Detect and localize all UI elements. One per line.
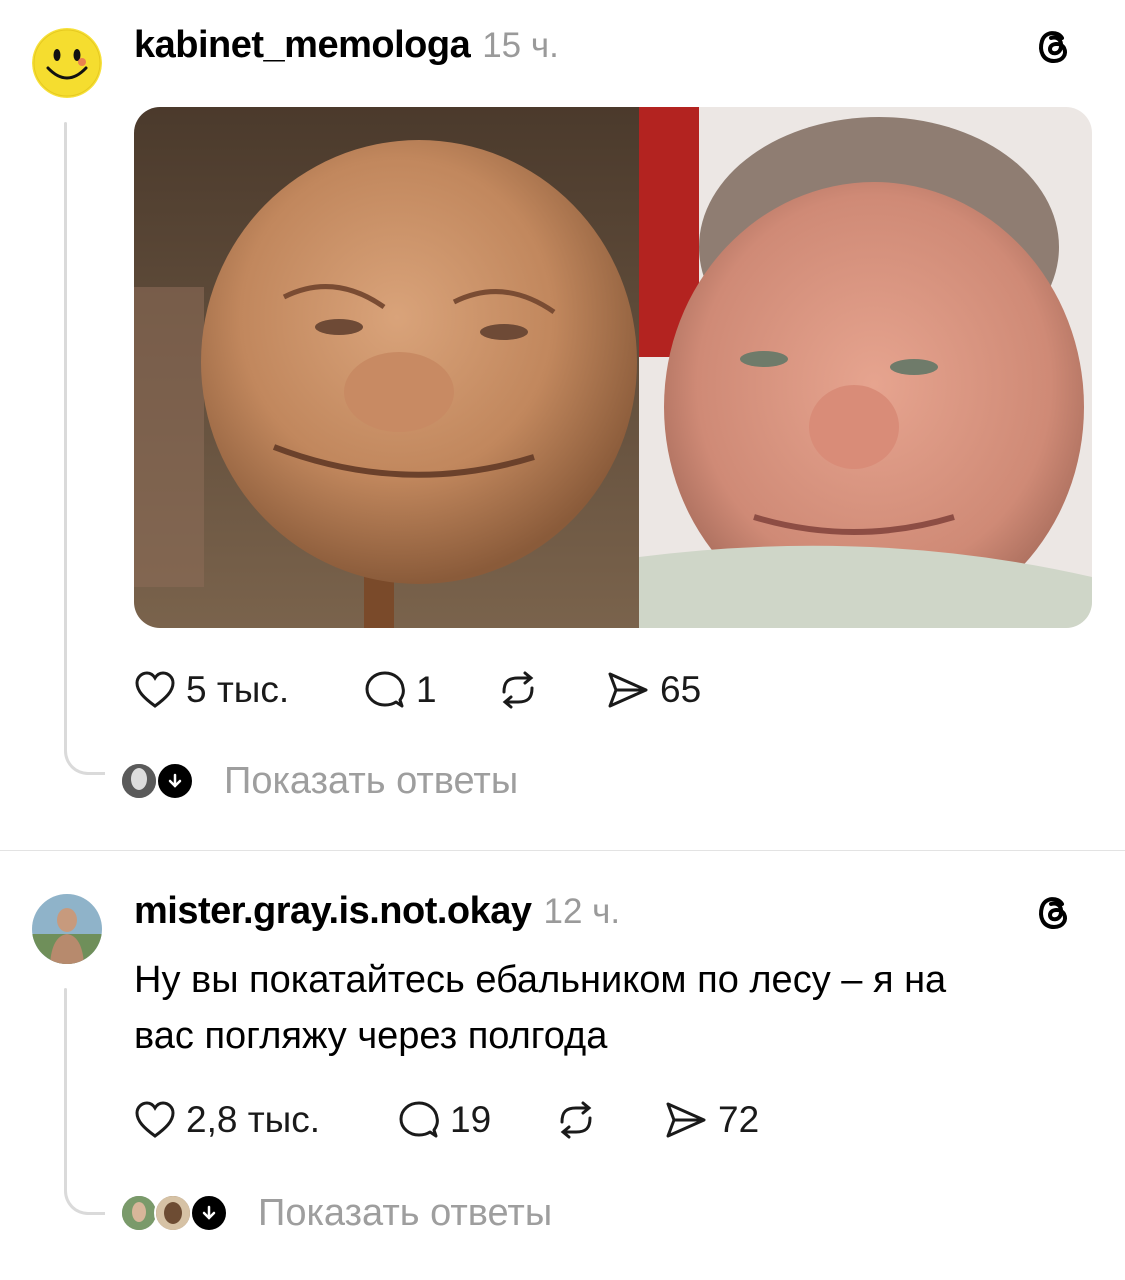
threads-logo-icon[interactable] (1033, 26, 1073, 66)
show-replies-label[interactable]: Показать ответы (224, 760, 518, 803)
meme-image (134, 107, 1092, 628)
thread-line (64, 988, 67, 1188)
post-time: 15 ч. (482, 26, 559, 65)
reply-avatar (120, 1194, 158, 1232)
repost-icon (502, 671, 534, 709)
heart-icon (135, 671, 175, 708)
arrow-down-icon (190, 1194, 228, 1232)
reply-avatar-icon (122, 1196, 156, 1230)
share-count: 72 (718, 1099, 760, 1140)
comment-count: 19 (450, 1099, 492, 1140)
smiley-avatar-icon (32, 28, 102, 98)
reply-avatar (154, 1194, 192, 1232)
like-count: 5 тыс. (186, 669, 290, 710)
post-header: mister.gray.is.not.okay 12 ч. (134, 890, 620, 933)
comment-button[interactable]: 1 (364, 668, 437, 712)
show-replies-label[interactable]: Показать ответы (258, 1192, 552, 1235)
post-actions: 5 тыс. 1 65 (134, 668, 734, 712)
share-button[interactable]: 72 (664, 1098, 759, 1142)
post-1: kabinet_memologa 15 ч. 5 тыс. 1 65 Показ… (0, 0, 1125, 850)
post-actions: 2,8 тыс. 19 72 (134, 1098, 834, 1142)
like-button[interactable]: 2,8 тыс. (134, 1098, 320, 1142)
send-icon (666, 1102, 706, 1138)
post-image[interactable] (134, 107, 1092, 628)
post-2: mister.gray.is.not.okay 12 ч. Ну вы пока… (0, 852, 1125, 1280)
thread-line (64, 122, 67, 748)
avatar[interactable] (32, 894, 102, 964)
username[interactable]: kabinet_memologa (134, 24, 471, 67)
comment-button[interactable]: 19 (398, 1098, 491, 1142)
reply-avatar-icon (156, 1196, 190, 1230)
post-text: Ну вы покатайтесь ебальником по лесу – я… (134, 952, 1084, 1064)
threads-logo-icon[interactable] (1033, 892, 1073, 932)
avatar[interactable] (32, 28, 102, 98)
heart-icon (135, 1101, 175, 1138)
post-header: kabinet_memologa 15 ч. (134, 24, 559, 67)
reply-avatar-icon (122, 764, 156, 798)
username[interactable]: mister.gray.is.not.okay (134, 890, 532, 933)
comment-count: 1 (416, 669, 437, 710)
comment-icon (399, 1101, 439, 1138)
like-button[interactable]: 5 тыс. (134, 668, 289, 712)
user-photo-avatar-icon (32, 894, 102, 964)
post-divider (0, 850, 1125, 851)
post-time: 12 ч. (543, 892, 621, 931)
show-replies[interactable]: Показать ответы (0, 756, 700, 806)
share-button[interactable]: 65 (606, 668, 701, 712)
post-text-line: Ну вы покатайтесь ебальником по лесу – я… (134, 959, 947, 1001)
repost-icon (560, 1101, 592, 1139)
comment-icon (365, 671, 405, 708)
reply-avatar (120, 762, 158, 800)
arrow-down-icon (156, 762, 194, 800)
show-replies[interactable]: Показать ответы (0, 1188, 700, 1238)
repost-button[interactable] (554, 1098, 598, 1142)
like-count: 2,8 тыс. (186, 1099, 321, 1140)
repost-button[interactable] (496, 668, 540, 712)
post-text-line: вас погляжу через полгода (134, 1015, 608, 1057)
share-count: 65 (660, 669, 702, 710)
send-icon (608, 672, 648, 708)
